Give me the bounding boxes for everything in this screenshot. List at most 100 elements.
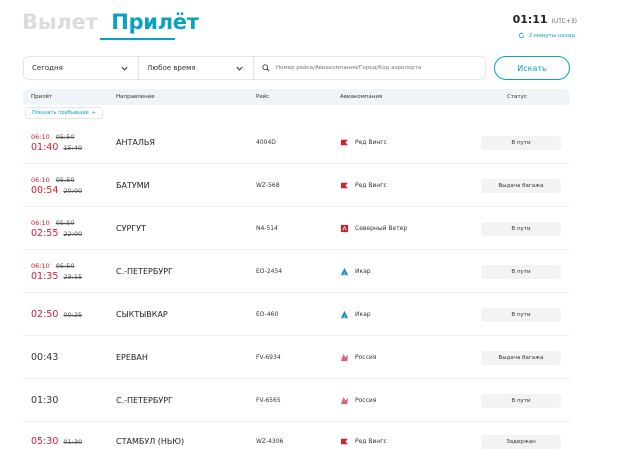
- airline-name: Ред Вингс: [355, 182, 387, 189]
- top-time-old: 05:50: [55, 133, 75, 141]
- arrival-time-new: 02:55: [31, 228, 59, 239]
- top-time-old: 05:50: [55, 262, 75, 270]
- chevron-down-icon: [121, 66, 128, 71]
- destination: СЫКТЫВКАР: [116, 310, 168, 319]
- nordwind-logo-icon: [340, 224, 349, 233]
- arrival-time-value: 01:30: [31, 395, 59, 406]
- airline-name: Северный Ветер: [355, 225, 408, 232]
- direction-tabs: Вылет Прилёт: [22, 10, 199, 34]
- chevron-down-icon: [236, 66, 243, 71]
- top-time-new: 06:10: [31, 176, 50, 184]
- arrival-time-value: 00:43: [31, 352, 59, 363]
- flight-number[interactable]: FV-6565: [256, 397, 281, 404]
- status-badge: В пути: [481, 308, 561, 322]
- show-arrived-button[interactable]: Показать прибывшие +: [25, 107, 103, 119]
- status-badge: Выдача багажа: [481, 351, 561, 365]
- search-button[interactable]: Искать: [494, 56, 570, 80]
- refresh-label: 2 минуты назад: [528, 32, 575, 39]
- airline: Икар: [340, 267, 371, 276]
- status-badge: Выдача багажа: [481, 179, 561, 193]
- header-direction: Направление: [116, 94, 155, 100]
- flight-number[interactable]: EO-2454: [256, 268, 282, 275]
- plus-icon: +: [91, 110, 96, 116]
- airline: Икар: [340, 310, 371, 319]
- arrival-time-old: 23:15: [63, 273, 83, 281]
- rossiya-logo-icon: [340, 353, 349, 362]
- day-select[interactable]: Сегодня: [24, 57, 139, 79]
- arrival-time-new: 05:30: [31, 436, 59, 447]
- header-status: Статус: [507, 94, 527, 100]
- scheduled-time-top: 06:10 05:50: [31, 219, 74, 227]
- table-row[interactable]: 05:30 01:30 СТАМБУЛ (НЬЮ) WZ-4306 Ред Ви…: [23, 423, 570, 465]
- destination: СУРГУТ: [116, 224, 146, 233]
- search-field: [254, 57, 485, 79]
- table-row[interactable]: 00:43 ЕРЕВАН FV-6934 Россия Выдача багаж…: [23, 337, 570, 379]
- tab-departure[interactable]: Вылет: [22, 10, 98, 34]
- arrival-time: 01:40 15:40: [31, 142, 82, 153]
- arrival-time-old: 20:00: [63, 187, 83, 195]
- search-input[interactable]: [276, 65, 476, 71]
- arrival-time: 02:55 22:00: [31, 228, 82, 239]
- ikar-logo-icon: [340, 267, 349, 276]
- arrival-time: 01:30: [31, 395, 58, 406]
- flight-number[interactable]: N4-514: [256, 225, 278, 232]
- airline: Ред Вингс: [340, 437, 387, 446]
- table-row[interactable]: 06:10 05:50 00:54 20:00 БАТУМИ WZ-568 Ре…: [23, 165, 570, 207]
- arrival-time: 00:54 20:00: [31, 185, 82, 196]
- arrival-time-new: 02:50: [31, 309, 59, 320]
- destination: С.-ПЕТЕРБУРГ: [116, 267, 173, 276]
- flight-number[interactable]: EO-460: [256, 311, 278, 318]
- airline-name: Россия: [355, 397, 377, 404]
- top-time-new: 06:10: [31, 219, 50, 227]
- scheduled-time-top: 06:10 05:50: [31, 262, 74, 270]
- filter-bar: Сегодня Любое время: [23, 56, 486, 80]
- refresh-link[interactable]: 2 минуты назад: [518, 32, 575, 39]
- airline-name: Россия: [355, 354, 377, 361]
- destination: С.-ПЕТЕРБУРГ: [116, 396, 173, 405]
- destination: ЕРЕВАН: [116, 353, 148, 362]
- flight-number[interactable]: WZ-568: [256, 182, 280, 189]
- flight-number[interactable]: FV-6934: [256, 354, 281, 361]
- flight-number[interactable]: WZ-4306: [256, 438, 283, 445]
- clock-timezone: (UTC+3): [551, 18, 577, 25]
- redwings-logo-icon: [340, 182, 349, 189]
- active-tab-underline: [100, 38, 175, 40]
- day-select-value: Сегодня: [32, 64, 63, 72]
- airline-name: Икар: [355, 268, 371, 275]
- table-row[interactable]: 02:50 00:25 СЫКТЫВКАР EO-460 Икар В пути: [23, 294, 570, 336]
- time-select[interactable]: Любое время: [139, 57, 254, 79]
- clock-time: 01:11: [512, 13, 548, 26]
- arrival-time-new: 01:40: [31, 142, 59, 153]
- status-badge: В пути: [481, 136, 561, 150]
- table-row[interactable]: 06:10 05:50 02:55 22:00 СУРГУТ N4-514 Се…: [23, 208, 570, 250]
- table-row[interactable]: 06:10 05:50 01:35 23:15 С.-ПЕТЕРБУРГ EO-…: [23, 251, 570, 293]
- arrival-time-old: 15:40: [63, 144, 83, 152]
- table-row[interactable]: 06:10 05:50 01:40 15:40 АНТАЛЬЯ 4004D Ре…: [23, 122, 570, 164]
- tab-arrival[interactable]: Прилёт: [111, 10, 199, 34]
- airline: Россия: [340, 396, 376, 405]
- arrival-time-new: 01:35: [31, 271, 59, 282]
- table-header: Прилёт Направление Рейс Авиакомпания Ста…: [23, 89, 570, 105]
- airline: Ред Вингс: [340, 181, 387, 190]
- airline-name: Ред Вингс: [355, 438, 387, 445]
- show-arrived-label: Показать прибывшие: [32, 110, 89, 116]
- header-flight: Рейс: [256, 94, 270, 100]
- redwings-logo-icon: [340, 438, 349, 445]
- search-icon: [262, 64, 270, 72]
- flight-number[interactable]: 4004D: [256, 139, 276, 146]
- status-badge: В пути: [481, 394, 561, 408]
- status-badge: В пути: [481, 265, 561, 279]
- rossiya-logo-icon: [340, 396, 349, 405]
- scheduled-time-top: 06:10 05:50: [31, 176, 74, 184]
- airline: Северный Ветер: [340, 224, 407, 233]
- table-row[interactable]: 01:30 С.-ПЕТЕРБУРГ FV-6565 Россия В пути: [23, 380, 570, 422]
- destination: СТАМБУЛ (НЬЮ): [116, 437, 185, 446]
- airline-name: Икар: [355, 311, 371, 318]
- local-clock: 01:11 (UTC+3): [513, 13, 577, 26]
- redwings-logo-icon: [340, 139, 349, 146]
- status-badge: В пути: [481, 222, 561, 236]
- scheduled-time-top: 06:10 05:50: [31, 133, 74, 141]
- arrival-time-old: 01:30: [63, 438, 83, 446]
- arrival-time: 02:50 00:25: [31, 309, 82, 320]
- destination: БАТУМИ: [116, 181, 150, 190]
